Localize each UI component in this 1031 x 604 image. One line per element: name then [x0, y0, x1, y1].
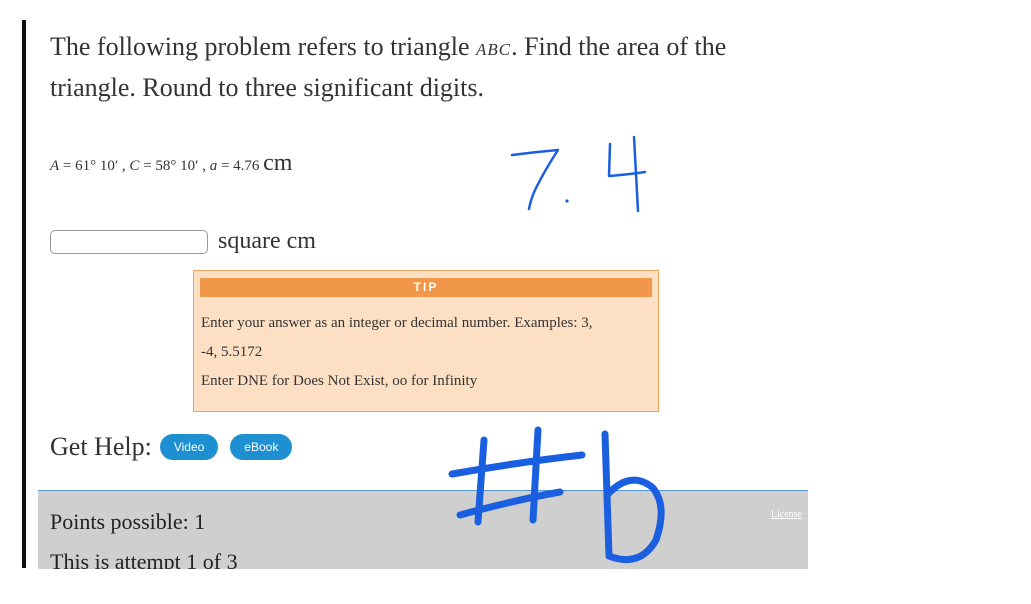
problem-statement: The following problem refers to triangle…	[50, 28, 810, 107]
angle-a-value: = 61° 10′	[59, 158, 119, 174]
tip-body: Enter your answer as an integer or decim…	[194, 297, 658, 396]
problem-text-before: The following problem refers to triangle	[50, 32, 476, 61]
answer-unit-label: square cm	[218, 228, 316, 254]
angle-c-value: = 58° 10′	[139, 158, 199, 174]
given-values: A = 61° 10′ , C = 58° 10′ , a = 4.76 cm	[50, 150, 292, 177]
angle-c-label: C	[129, 158, 140, 174]
question-footer: Points possible: 1 This is attempt 1 of …	[38, 490, 808, 569]
triangle-name: ABC	[475, 40, 512, 59]
angle-a-label: A	[50, 158, 60, 174]
side-unit: cm	[263, 150, 293, 176]
given-separator-1: ,	[118, 158, 130, 174]
handwritten-answer-7-4	[510, 135, 647, 213]
points-possible: Points possible: 1	[50, 509, 206, 534]
license-link[interactable]: License	[771, 509, 802, 520]
tip-header: TIP	[200, 278, 652, 297]
attempt-counter: This is attempt 1 of 3	[50, 549, 238, 569]
tip-line-2: -4, 5.5172	[201, 344, 263, 360]
tip-box: TIP Enter your answer as an integer or d…	[193, 270, 659, 412]
tip-line-3: Enter DNE for Does Not Exist, oo for Inf…	[201, 373, 478, 389]
given-separator-2: ,	[198, 158, 210, 174]
ebook-button[interactable]: eBook	[230, 434, 293, 460]
tip-line-1: Enter your answer as an integer or decim…	[201, 315, 593, 331]
answer-row: square cm	[50, 228, 316, 255]
get-help-row: Get Help: Video eBook	[50, 432, 304, 462]
left-border-bar	[22, 20, 26, 568]
get-help-label: Get Help:	[50, 432, 152, 461]
side-a-value: = 4.76	[217, 158, 260, 174]
answer-input[interactable]	[50, 229, 208, 254]
video-button[interactable]: Video	[159, 434, 219, 460]
